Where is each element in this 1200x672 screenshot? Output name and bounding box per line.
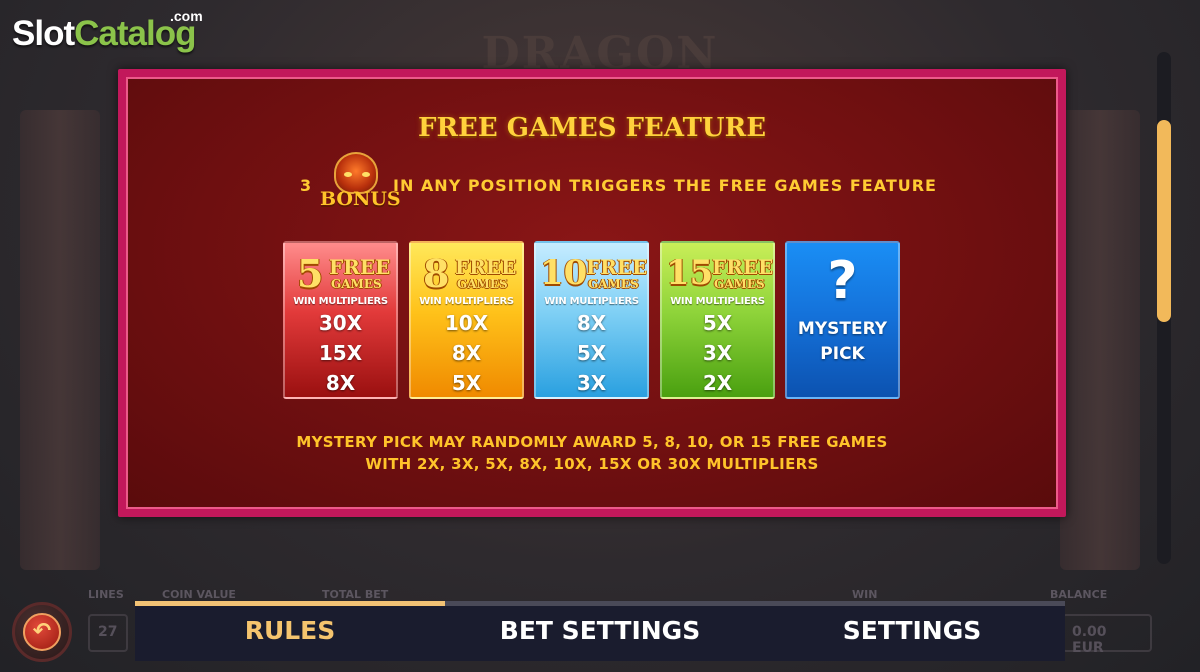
tab-rules[interactable]: RULES — [135, 616, 445, 645]
logo-com-text: .com — [170, 8, 203, 24]
card-multiplier: 10X — [444, 311, 489, 335]
hud-balance-value: 0.00 EUR — [1062, 614, 1152, 656]
mystery-pick-card: ? MYSTERY PICK — [785, 241, 900, 399]
free-games-card-15: 15 FREE GAMES WIN MULTIPLIERS 5X 3X 2X — [660, 241, 775, 399]
scrollbar-thumb[interactable] — [1157, 120, 1171, 322]
site-logo: SlotCatalog .com — [12, 8, 203, 54]
card-multiplier: 5X — [451, 371, 482, 395]
hud-label-win: WIN — [852, 588, 878, 601]
free-games-card-10: 10 FREE GAMES WIN MULTIPLIERS 8X 5X 3X — [534, 241, 649, 399]
mystery-note-line1: MYSTERY PICK MAY RANDOMLY AWARD 5, 8, 10… — [296, 433, 888, 451]
feature-title: FREE GAMES FEATURE — [417, 113, 767, 143]
temple-pillar-right — [1060, 110, 1140, 570]
dragon-bonus-icon: BONUS — [320, 150, 401, 214]
card-number: 8 — [423, 251, 450, 296]
card-header: 5 FREE GAMES — [285, 251, 396, 296]
card-win-multipliers-label: WIN MULTIPLIERS — [419, 296, 514, 307]
tab-bet-settings[interactable]: BET SETTINGS — [445, 616, 755, 645]
card-free-label: FREE — [586, 255, 648, 279]
card-games-label: GAMES — [714, 277, 765, 291]
card-win-multipliers-label: WIN MULTIPLIERS — [293, 296, 388, 307]
card-multiplier: 3X — [576, 371, 607, 395]
mystery-pick-label: MYSTERY PICK — [787, 317, 898, 367]
card-multiplier: 5X — [576, 341, 607, 365]
free-games-card-8: 8 FREE GAMES WIN MULTIPLIERS 10X 8X 5X — [409, 241, 524, 399]
trigger-text: IN ANY POSITION TRIGGERS THE FREE GAMES … — [393, 176, 937, 195]
card-header: 15 FREE GAMES — [662, 253, 773, 293]
card-games-label: GAMES — [588, 277, 639, 291]
trigger-count: 3 — [300, 176, 313, 195]
bonus-symbol-label: BONUS — [320, 188, 401, 210]
card-number: 15 — [666, 253, 714, 293]
temple-pillar-left — [20, 110, 100, 570]
card-header: 10 FREE GAMES — [536, 253, 647, 293]
card-multiplier: 30X — [318, 311, 363, 335]
card-multiplier: 8X — [325, 371, 356, 395]
hud-lines-value: 27 — [88, 614, 128, 652]
hud-label-coin-value: COIN VALUE — [162, 588, 236, 601]
card-games-label: GAMES — [331, 277, 382, 291]
mystery-label-line2: PICK — [820, 344, 865, 364]
card-multiplier: 8X — [576, 311, 607, 335]
free-games-card-5: 5 FREE GAMES WIN MULTIPLIERS 30X 15X 8X — [283, 241, 398, 399]
mystery-note-line2: WITH 2X, 3X, 5X, 8X, 10X, 15X OR 30X MUL… — [365, 455, 819, 473]
card-multiplier: 3X — [702, 341, 733, 365]
hud-label-balance: BALANCE — [1050, 588, 1108, 601]
card-multiplier: 5X — [702, 311, 733, 335]
question-mark-icon: ? — [827, 251, 858, 311]
hud-label-total-bet: TOTAL BET — [322, 588, 389, 601]
back-arrow-icon: ↶ — [32, 619, 52, 644]
card-free-label: FREE — [329, 255, 391, 279]
hud-label-lines: LINES — [88, 588, 124, 601]
card-win-multipliers-label: WIN MULTIPLIERS — [544, 296, 639, 307]
card-multiplier: 8X — [451, 341, 482, 365]
logo-slot-text: Slot — [12, 14, 75, 53]
dragon-eye-left — [344, 172, 352, 177]
card-number: 10 — [540, 253, 588, 293]
back-button[interactable]: ↶ — [12, 602, 72, 662]
card-multiplier: 15X — [318, 341, 363, 365]
card-games-label: GAMES — [457, 277, 508, 291]
card-number: 5 — [297, 251, 324, 296]
back-button-face[interactable]: ↶ — [23, 613, 61, 651]
card-free-label: FREE — [712, 255, 774, 279]
card-win-multipliers-label: WIN MULTIPLIERS — [670, 296, 765, 307]
active-tab-indicator — [135, 601, 445, 606]
dragon-eye-right — [362, 172, 370, 177]
card-header: 8 FREE GAMES — [411, 251, 522, 296]
tab-settings[interactable]: SETTINGS — [757, 616, 1067, 645]
card-multiplier: 2X — [702, 371, 733, 395]
card-free-label: FREE — [455, 255, 517, 279]
mystery-label-line1: MYSTERY — [797, 319, 888, 339]
